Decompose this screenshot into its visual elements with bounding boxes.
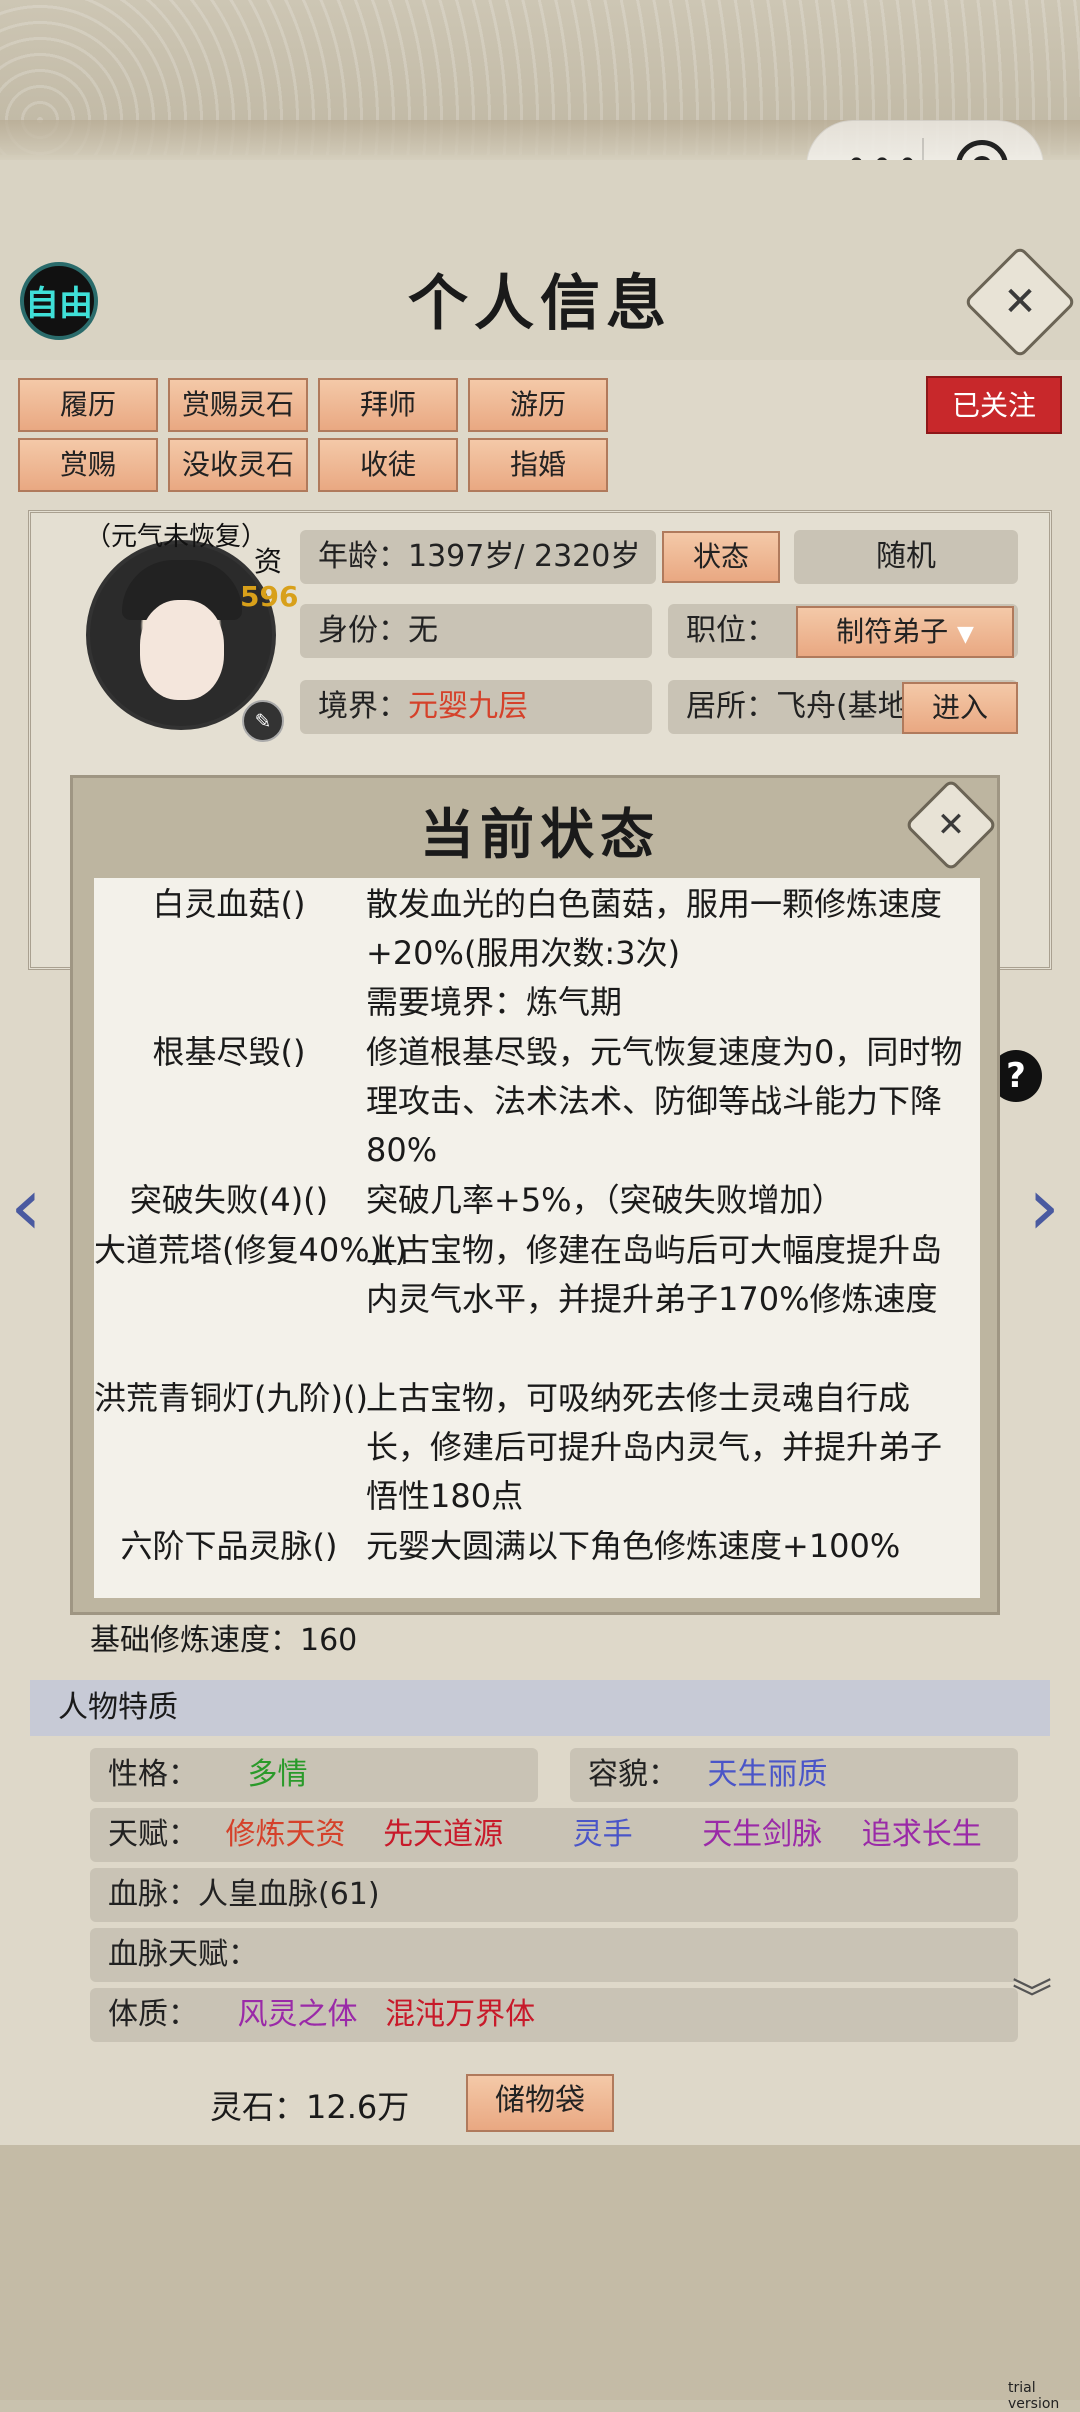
status-name: 突破失败(4)() [129, 1181, 329, 1219]
followed-badge[interactable]: 已关注 [926, 376, 1062, 434]
free-button[interactable]: 自由 [20, 262, 98, 340]
action-history-button[interactable]: 履历 [18, 378, 158, 432]
status-desc: 上古宝物，可吸纳死去修士灵魂自行成长，修建后可提升岛内灵气，并提升弟子悟性180… [366, 1379, 943, 1515]
action-confiscate-stone-button[interactable]: 没收灵石 [168, 438, 308, 492]
realm-row: 境界：元婴九层 [300, 680, 652, 734]
realm-label: 境界： [318, 689, 408, 724]
aptitude-label: 资 [254, 545, 283, 578]
age-value: 1397岁/ 2320岁 [408, 539, 641, 574]
bloodline-row: 血脉：人皇血脉(61) [90, 1868, 1018, 1922]
storage-bag-button[interactable]: 储物袋 [466, 2074, 614, 2132]
close-icon: ✕ [936, 805, 966, 845]
personality-row: 性格： 多情 [90, 1748, 538, 1802]
status-name: 六阶下品灵脉() [120, 1527, 338, 1565]
action-apprentice-button[interactable]: 拜师 [318, 378, 458, 432]
edit-pen-icon[interactable]: ✎ [242, 700, 284, 742]
bloodline-talent-label: 血脉天赋： [108, 1937, 258, 1972]
action-reward-button[interactable]: 赏赐 [18, 438, 158, 492]
status-note: （元气未恢复） [85, 522, 268, 552]
physique-item: 混沌万界体 [385, 1997, 536, 2032]
status-desc: 上古宝物，修建在岛屿后可大幅度提升岛内灵气水平，并提升弟子170%修炼速度 [366, 1231, 943, 1318]
state-button[interactable]: 状态 [662, 531, 780, 583]
position-select[interactable]: 制符弟子 ▼ [796, 606, 1014, 658]
physique-label: 体质： [108, 1997, 198, 2032]
position-value: 制符弟子 [836, 615, 949, 648]
close-icon: ✕ [1003, 279, 1037, 325]
age-label: 年龄： [318, 539, 408, 574]
realm-value: 元婴九层 [408, 689, 528, 724]
identity-label: 身份： [318, 613, 408, 648]
personality-value: 多情 [247, 1757, 308, 1792]
status-desc: 突破几率+5%，（突破失败增加） [366, 1181, 844, 1219]
personality-label: 性格： [108, 1757, 198, 1792]
chevron-down-icon: ▼ [957, 622, 974, 647]
bloodline-talent-row: 血脉天赋： [90, 1928, 1018, 1982]
page-title: 个人信息 [408, 269, 672, 339]
status-desc: 元婴大圆满以下角色修炼速度+100% [366, 1527, 901, 1565]
expand-chevron-icon[interactable]: ︾ [1012, 1979, 1052, 2019]
modal-body[interactable]: 白灵血菇() 散发血光的白色菌菇，服用一颗修炼速度+20%(服用次数:3次) 需要… [94, 878, 980, 1598]
enter-button[interactable]: 进入 [902, 682, 1018, 734]
talent-row: 天赋： 修炼天资 先天道源 灵手 天生剑脉 追求长生 [90, 1808, 1018, 1862]
residence-value: 飞舟(基地 [776, 689, 908, 724]
talent-item: 追求长生 [861, 1817, 982, 1852]
status-desc: 修道根基尽毁，元气恢复速度为0，同时物理攻击、法术法术、防御等战斗能力下降80% [366, 1033, 963, 1169]
looks-label: 容貌： [588, 1757, 678, 1792]
action-marriage-button[interactable]: 指婚 [468, 438, 608, 492]
prev-arrow-icon[interactable]: ‹ [10, 1160, 42, 1253]
bloodline-value: 人皇血脉(61) [198, 1877, 380, 1912]
next-arrow-icon[interactable]: › [1028, 1160, 1060, 1253]
age-row: 年龄：1397岁/ 2320岁 [300, 530, 656, 584]
identity-row: 身份：无 [300, 604, 652, 658]
modal-title: 当前状态 [420, 802, 660, 866]
looks-row: 容貌： 天生丽质 [570, 1748, 1018, 1802]
aptitude-value: 596 [240, 580, 299, 613]
identity-value: 无 [408, 613, 438, 648]
talent-label: 天赋： [108, 1817, 198, 1852]
residence-label: 居所： [686, 689, 776, 724]
talent-item: 天生剑脉 [702, 1817, 823, 1852]
action-reward-stone-button[interactable]: 赏赐灵石 [168, 378, 308, 432]
talent-item: 灵手 [572, 1817, 633, 1852]
traits-section-title: 人物特质 [30, 1680, 1050, 1736]
looks-value: 天生丽质 [707, 1757, 828, 1792]
position-label: 职位： [686, 613, 776, 648]
footer-area [0, 2145, 1080, 2400]
status-name: 白灵血菇() [152, 885, 306, 923]
status-name: 根基尽毁() [152, 1033, 306, 1071]
trial-version-label: trial version [1008, 2380, 1060, 2412]
random-button[interactable]: 随机 [794, 530, 1018, 584]
action-travel-button[interactable]: 游历 [468, 378, 608, 432]
spirit-stone-text: 灵石：12.6万 [210, 2088, 410, 2126]
base-speed-text: 基础修炼速度：160 [90, 1623, 358, 1658]
physique-row: 体质： 风灵之体 混沌万界体 [90, 1988, 1018, 2042]
status-name: 大道荒塔(修复40%)() [94, 1231, 408, 1269]
bloodline-label: 血脉： [108, 1877, 198, 1912]
status-name: 洪荒青铜灯(九阶)() [94, 1379, 368, 1417]
physique-item: 风灵之体 [237, 1997, 358, 2032]
action-take-disciple-button[interactable]: 收徒 [318, 438, 458, 492]
talent-item: 先天道源 [383, 1817, 504, 1852]
talent-item: 修炼天资 [225, 1817, 346, 1852]
status-desc: 散发血光的白色菌菇，服用一颗修炼速度+20%(服用次数:3次) 需要境界：炼气期 [366, 885, 943, 1021]
avatar-face [140, 600, 224, 700]
